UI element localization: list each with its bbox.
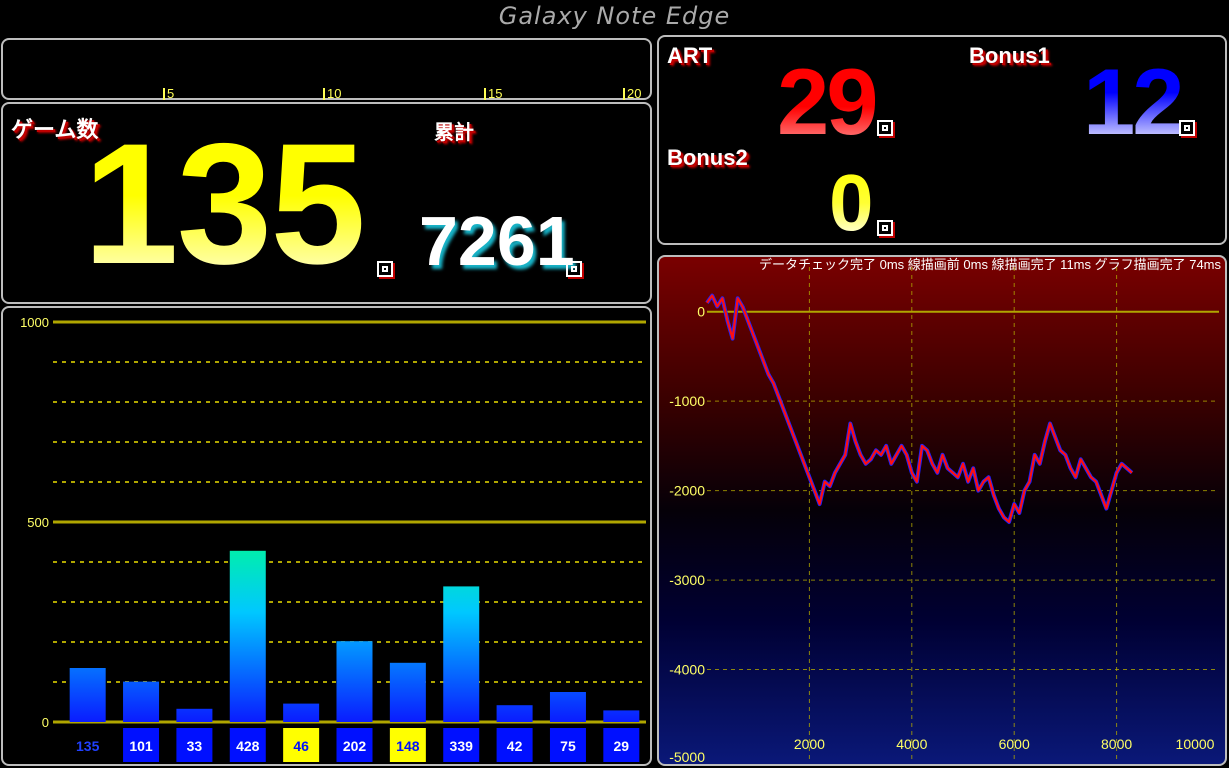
bar-value-label: 148 [396,738,420,754]
bar-value-label: 428 [236,738,260,754]
bar-value-label: 29 [614,738,630,754]
bar-5 [336,641,373,722]
bonus-counter-panel: ART 29 Bonus1 12 Bonus2 0 [657,35,1227,245]
game-count-panel: ゲーム数 135 累計 7261 [1,102,652,304]
bar-y-tick-label: 1000 [20,315,49,330]
square-spiral-icon [877,220,893,236]
bar-value-label: 42 [507,738,523,754]
line-x-tick-label: 4000 [896,736,927,752]
bar-1 [123,681,160,722]
bar-4 [283,703,320,722]
bar-10 [603,710,640,722]
ruler-tick-5: 5 [163,86,174,101]
ruler-tick-10: 10 [323,86,341,101]
line-y-tick-label: 0 [697,304,705,320]
art-value: 29 [777,49,879,154]
bar-9 [549,692,586,722]
bonus1-label: Bonus1 [969,43,1050,68]
balance-line-chart-panel: データチェック完了 0ms 線描画前 0ms 線描画完了 11ms グラフ描画完… [657,255,1227,766]
line-y-tick-label: -5000 [669,749,705,764]
game-history-bar-chart-panel: 0 500 1000 135 101 33 428 46 202 148 339 42 75 29 [1,306,652,766]
line-x-tick-label: 2000 [794,736,825,752]
total-value: 7261 [419,202,575,280]
art-label: ART [667,43,713,68]
square-spiral-icon [1179,120,1195,136]
square-spiral-icon [566,261,582,277]
balance-series-line [706,294,1133,524]
bar-7 [443,586,480,722]
bar-y-tick-label: 0 [42,715,49,730]
bar-value-label: 101 [129,738,153,754]
line-x-tick-label: 8000 [1101,736,1132,752]
bar-value-label: 202 [343,738,367,754]
game-ruler-panel: 5 10 15 20 [1,38,652,101]
bar-chart: 0 500 1000 135 101 33 428 46 202 148 339 42 75 29 [20,315,646,762]
bonus1-value: 12 [1083,49,1185,154]
bar-0 [69,668,106,722]
line-chart: 2000 4000 6000 8000 10000 0 -1000 -2000 -3000 -40… [669,267,1219,764]
ruler-tick-20: 20 [623,86,641,101]
balance-series-shadow [705,293,1134,524]
bonus2-value: 0 [829,158,874,247]
line-y-tick-label: -1000 [669,393,705,409]
bar-value-label: 339 [450,738,474,754]
ruler-tick-15: 15 [484,86,502,101]
bar-value-label: 135 [76,738,100,754]
line-x-tick-label: 6000 [999,736,1030,752]
bar-value-label: 75 [560,738,576,754]
bar-8 [496,705,533,722]
bar-6 [389,662,426,722]
line-y-tick-label: -3000 [669,572,705,588]
square-spiral-icon [877,120,893,136]
game-count-value: 135 [83,108,366,300]
line-y-tick-label: -4000 [669,662,705,678]
window-title: Galaxy Note Edge [498,2,731,30]
total-label: 累計 [434,122,474,144]
bar-value-label: 46 [293,738,309,754]
bar-y-tick-label: 500 [27,515,49,530]
square-spiral-icon [377,261,393,277]
bonus2-label: Bonus2 [667,145,748,170]
line-x-tick-label: 10000 [1176,736,1215,752]
bar-2 [176,708,213,722]
bar-3 [229,550,266,722]
line-y-tick-label: -2000 [669,483,705,499]
bar-value-label: 33 [187,738,203,754]
